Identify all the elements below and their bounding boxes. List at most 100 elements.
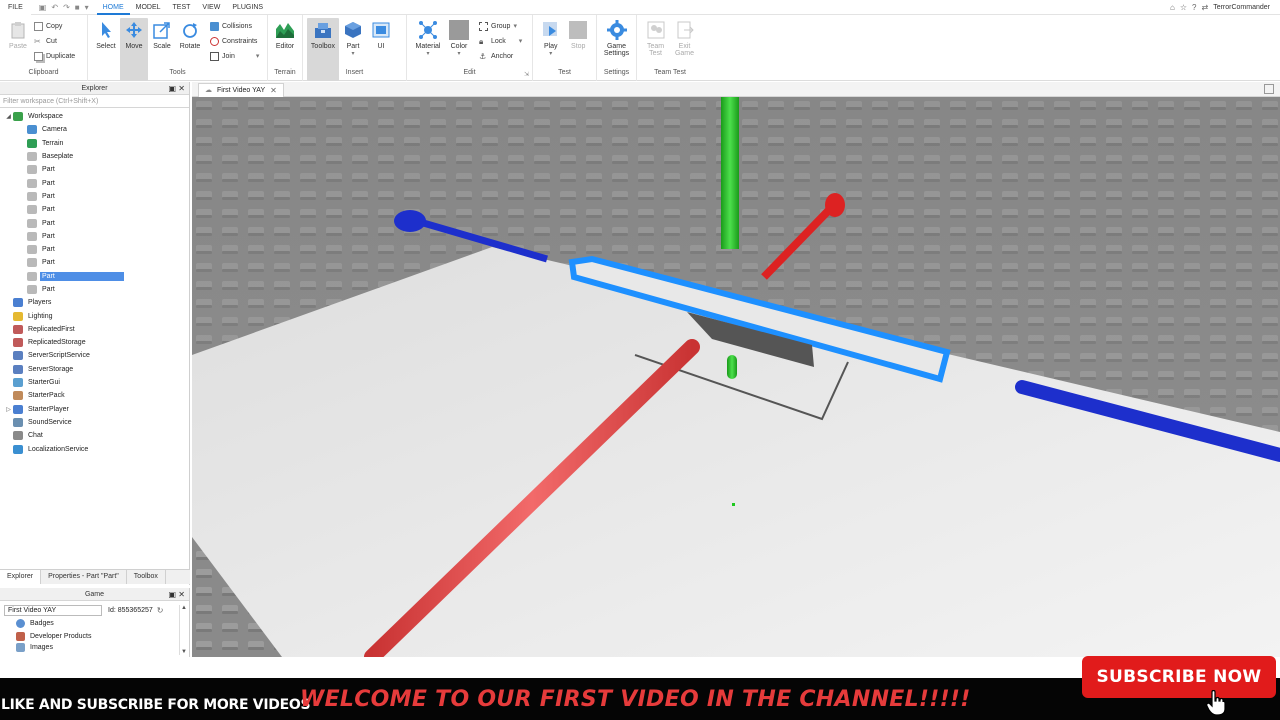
tree-item[interactable]: ReplicatedFirst [0, 323, 189, 336]
tab-properties[interactable]: Properties - Part "Part" [41, 570, 127, 584]
red-arrow-head[interactable] [825, 193, 845, 217]
undock-icon[interactable]: ▣ [169, 84, 177, 93]
menu-tab-model[interactable]: MODEL [130, 0, 167, 15]
subscribe-button[interactable]: SUBSCRIBE NOW [1082, 656, 1276, 698]
star-icon[interactable]: ☆ [1180, 3, 1187, 12]
menu-tab-plugins[interactable]: PLUGINS [226, 0, 269, 15]
lock-button[interactable]: 🔒︎ Lock ▾ [479, 35, 522, 47]
group-clipboard: Paste Copy ✂ Cut Duplicate Clipboard [0, 15, 88, 81]
tree-item[interactable]: Part [0, 176, 189, 189]
share-icon[interactable]: ⇄ [1202, 3, 1209, 12]
move-handle-y-axis[interactable] [721, 97, 739, 249]
tree-item[interactable]: Baseplate [0, 150, 189, 163]
home-icon[interactable]: ⌂ [1170, 3, 1175, 12]
anchor-button[interactable]: ⚓︎ Anchor [479, 50, 522, 62]
tree-item[interactable]: Terrain [0, 137, 189, 150]
game-item-images[interactable]: Images [0, 643, 189, 652]
help-icon[interactable]: ? [1192, 3, 1196, 12]
copy-button[interactable]: Copy [34, 20, 75, 32]
tree-item[interactable]: Part [0, 256, 189, 269]
edit-expand-icon[interactable]: ⇲ [524, 71, 529, 78]
part-icon [343, 20, 363, 40]
expand-arrow-icon[interactable]: ▷ [4, 406, 13, 413]
close-icon[interactable]: ✕ [178, 590, 185, 599]
stop-icon[interactable]: ■ [75, 3, 80, 12]
paste-icon [8, 20, 28, 40]
username[interactable]: TerrorCommander [1213, 4, 1270, 11]
tree-item[interactable]: SoundService [0, 416, 189, 429]
play-dropdown-icon[interactable]: ▾ [549, 50, 552, 57]
group-label-team-test: Team Test [654, 69, 686, 76]
scroll-down-icon[interactable]: ▼ [180, 649, 188, 655]
refresh-icon[interactable]: ↻ [157, 606, 164, 615]
game-item-badges[interactable]: Badges [0, 617, 189, 630]
tree-item[interactable]: StarterGui [0, 376, 189, 389]
restore-window-icon[interactable] [1264, 84, 1274, 94]
tree-item-label: Part [42, 246, 55, 254]
lock-dropdown-icon[interactable]: ▾ [519, 37, 523, 45]
game-scrollbar[interactable]: ▲ ▼ [179, 605, 188, 655]
tree-item[interactable]: Part [0, 163, 189, 176]
tree-item[interactable]: Part [0, 270, 189, 283]
undo-icon[interactable]: ↶ [51, 3, 58, 12]
game-name-field[interactable]: First Video YAY [4, 604, 102, 616]
menu-tab-file[interactable]: FILE [0, 0, 31, 15]
3d-viewport[interactable] [192, 97, 1280, 657]
join-button[interactable]: Join ▾ [210, 50, 259, 62]
tree-item-icon [13, 351, 23, 361]
dropdown-icon[interactable]: ▾ [85, 3, 89, 12]
tree-item-label: Lighting [28, 312, 53, 320]
group-settings: Game Settings Settings [597, 15, 637, 81]
join-checkbox[interactable] [210, 51, 219, 61]
redo-icon[interactable]: ↷ [63, 3, 70, 12]
tree-item[interactable]: Lighting [0, 309, 189, 322]
panel-tabs: Explorer Properties - Part "Part" Toolbo… [0, 569, 190, 584]
group-dropdown-icon[interactable]: ▾ [513, 22, 517, 30]
tree-item[interactable]: Players [0, 296, 189, 309]
tree-item-label: Baseplate [42, 153, 74, 161]
menu-tab-test[interactable]: TEST [167, 0, 197, 15]
tree-item[interactable]: Part [0, 243, 189, 256]
tree-item-icon [27, 191, 37, 201]
tab-toolbox[interactable]: Toolbox [127, 570, 166, 584]
menu-tab-view[interactable]: VIEW [196, 0, 226, 15]
tree-item-icon [27, 125, 37, 135]
green-handle-small[interactable] [727, 355, 737, 379]
tree-item[interactable]: ▷ StarterPlayer [0, 403, 189, 416]
explorer-filter-input[interactable]: Filter workspace (Ctrl+Shift+X) [0, 95, 189, 108]
tree-item[interactable]: LocalizationService [0, 442, 189, 455]
scene-render[interactable] [192, 97, 1280, 657]
tree-item[interactable]: StarterPack [0, 389, 189, 402]
part-dropdown-icon[interactable]: ▾ [351, 50, 354, 57]
tree-item[interactable]: Part [0, 216, 189, 229]
tree-item[interactable]: ◢ Workspace [0, 110, 189, 123]
material-dropdown-icon[interactable]: ▾ [426, 50, 429, 57]
close-icon[interactable]: ✕ [178, 84, 185, 93]
save-icon[interactable]: ▣ [39, 3, 47, 12]
blue-arrow-head[interactable] [394, 210, 426, 232]
constraints-button[interactable]: Constraints [210, 35, 259, 47]
tree-item[interactable]: ServerScriptService [0, 349, 189, 362]
cut-button[interactable]: ✂ Cut [34, 35, 75, 47]
tree-item[interactable]: Chat [0, 429, 189, 442]
tree-item[interactable]: Part [0, 190, 189, 203]
document-tab[interactable]: ☁ First Video YAY ✕ [198, 83, 284, 97]
menu-tab-home[interactable]: HOME [96, 0, 130, 15]
tree-item[interactable]: ReplicatedStorage [0, 336, 189, 349]
group-button[interactable]: Group ▾ [479, 20, 522, 32]
tree-item[interactable]: Part [0, 230, 189, 243]
expand-arrow-icon[interactable]: ◢ [4, 113, 13, 120]
scroll-up-icon[interactable]: ▲ [180, 605, 188, 611]
tree-item[interactable]: ServerStorage [0, 363, 189, 376]
undock-icon[interactable]: ▣ [169, 590, 177, 599]
tab-explorer[interactable]: Explorer [0, 570, 42, 584]
tree-item[interactable]: Part [0, 203, 189, 216]
tree-item[interactable]: Part [0, 283, 189, 296]
color-dropdown-icon[interactable]: ▾ [457, 50, 460, 57]
tree-item[interactable]: Camera [0, 123, 189, 136]
game-item-developer-products[interactable]: Developer Products [0, 630, 189, 643]
collisions-button[interactable]: Collisions [210, 20, 259, 32]
join-dropdown-icon[interactable]: ▾ [256, 52, 260, 60]
close-tab-icon[interactable]: ✕ [270, 84, 277, 97]
duplicate-button[interactable]: Duplicate [34, 50, 75, 62]
